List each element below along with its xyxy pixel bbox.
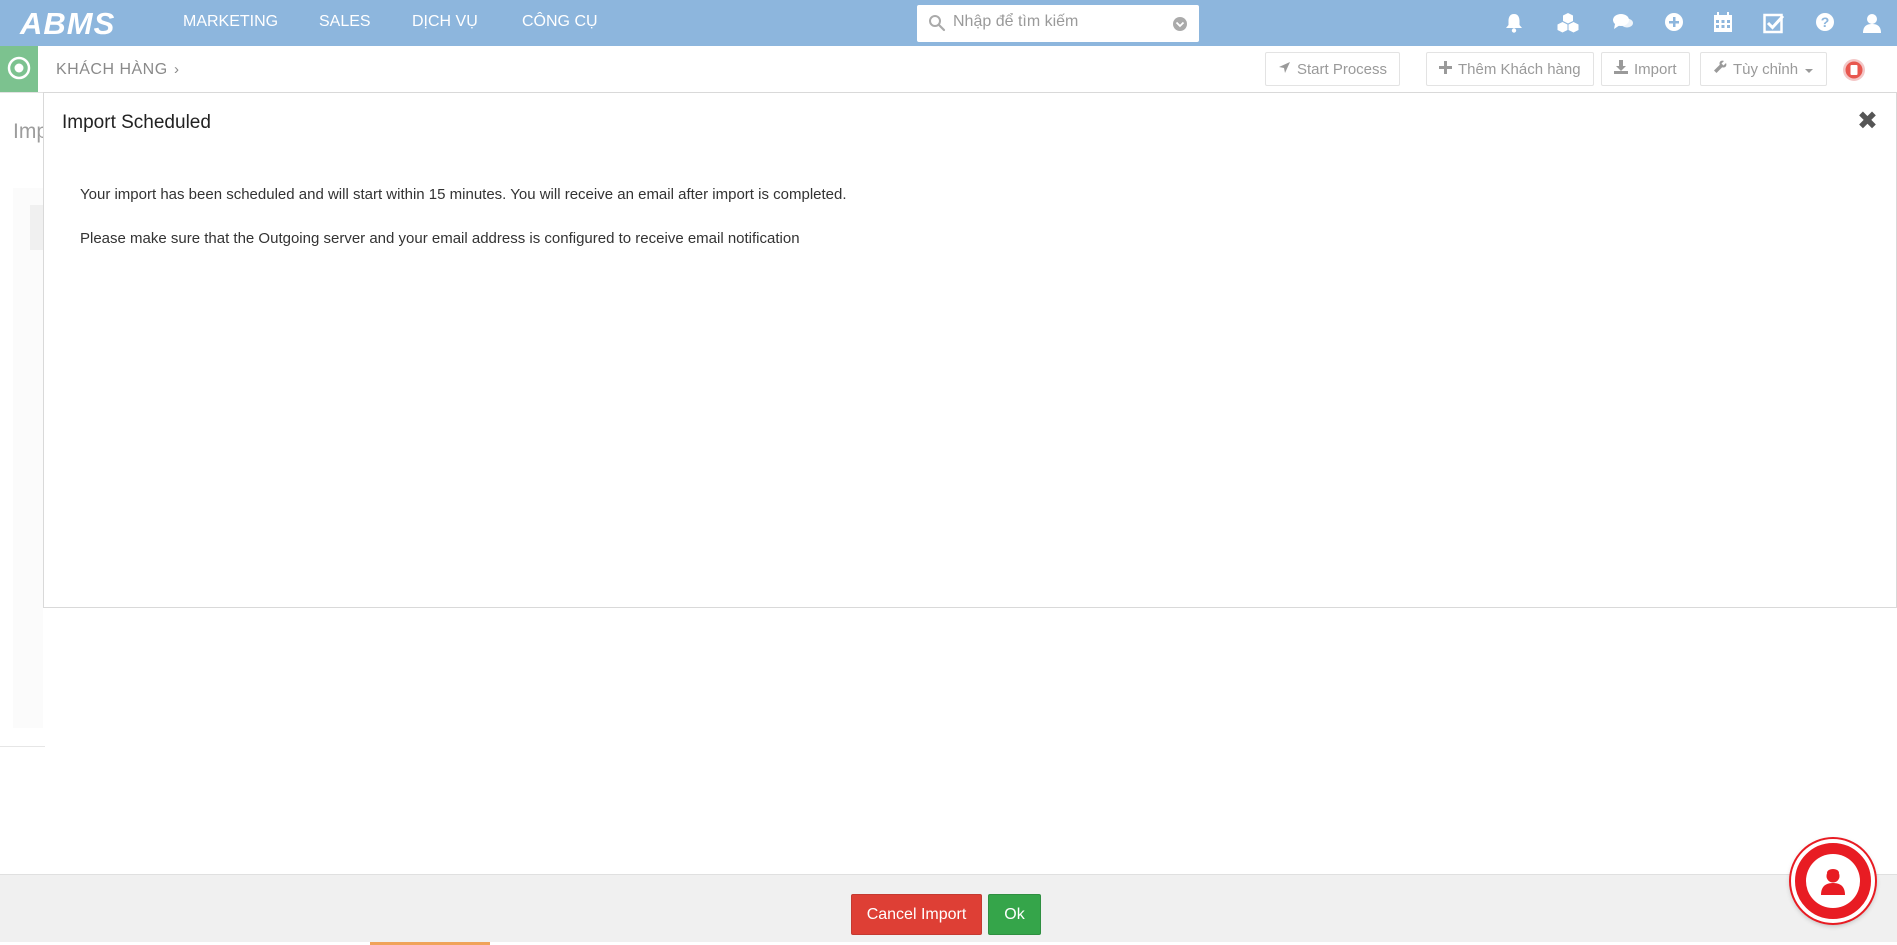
import-label: Import <box>1634 60 1677 78</box>
modal-message-schedule: Your import has been scheduled and will … <box>80 186 847 203</box>
cubes-icon[interactable] <box>1556 12 1580 39</box>
add-customer-label: Thêm Khách hàng <box>1458 60 1581 78</box>
background-panel <box>13 188 43 728</box>
chat-button-inner <box>1806 854 1860 908</box>
check-square-icon[interactable] <box>1763 12 1785 39</box>
nav-marketing[interactable]: MARKETING <box>183 13 278 31</box>
breadcrumb-chevron-icon: › <box>174 61 179 78</box>
import-button[interactable]: Import <box>1601 52 1690 86</box>
question-icon[interactable]: ? <box>1815 12 1835 37</box>
global-search[interactable] <box>917 5 1199 42</box>
caret-down-icon <box>1804 61 1814 78</box>
nav-dich-vu[interactable]: DỊCH VỤ <box>412 13 478 31</box>
plus-circle-icon[interactable] <box>1664 12 1684 37</box>
customize-dropdown[interactable]: Tùy chỉnh <box>1700 52 1828 86</box>
wrench-icon <box>1713 60 1727 78</box>
send-icon <box>1278 61 1291 78</box>
cancel-import-button[interactable]: Cancel Import <box>851 894 982 935</box>
top-navbar: ABMS MARKETING SALES DỊCH VỤ CÔNG CỤ ? <box>0 0 1897 46</box>
download-icon <box>1614 60 1628 78</box>
import-scheduled-modal: Import Scheduled ✖ Your import has been … <box>43 92 1897 608</box>
chat-user-icon <box>1821 869 1845 895</box>
start-process-button[interactable]: Start Process <box>1265 52 1401 86</box>
app-logo[interactable]: ABMS <box>20 6 115 42</box>
modal-footer: Cancel Import Ok <box>0 874 1897 945</box>
module-toolbar: KHÁCH HÀNG › Start Process Thêm Khách hà… <box>0 46 1897 93</box>
close-icon[interactable]: ✖ <box>1857 109 1878 134</box>
chat-support-button[interactable] <box>1791 839 1875 923</box>
record-icon[interactable] <box>1841 57 1867 83</box>
modal-title: Import Scheduled <box>62 112 211 133</box>
plus-icon <box>1439 60 1452 78</box>
add-customer-button[interactable]: Thêm Khách hàng <box>1426 52 1594 86</box>
module-icon[interactable] <box>0 46 38 92</box>
start-process-label: Start Process <box>1297 60 1388 78</box>
calendar-icon[interactable] <box>1713 12 1733 38</box>
search-input[interactable] <box>953 13 1163 31</box>
background-divider <box>0 746 45 747</box>
ok-button[interactable]: Ok <box>988 894 1041 935</box>
user-icon[interactable] <box>1862 12 1882 39</box>
chevron-down-icon[interactable] <box>1172 16 1188 37</box>
svg-text:?: ? <box>1821 14 1830 30</box>
nav-sales[interactable]: SALES <box>319 13 371 31</box>
modal-message-email-config: Please make sure that the Outgoing serve… <box>80 230 800 247</box>
breadcrumb[interactable]: KHÁCH HÀNG <box>56 61 168 79</box>
search-icon <box>928 14 946 37</box>
comments-icon[interactable] <box>1612 12 1634 37</box>
nav-cong-cu[interactable]: CÔNG CỤ <box>522 13 598 31</box>
bell-icon[interactable] <box>1504 12 1524 39</box>
customize-label: Tùy chỉnh <box>1733 60 1799 78</box>
